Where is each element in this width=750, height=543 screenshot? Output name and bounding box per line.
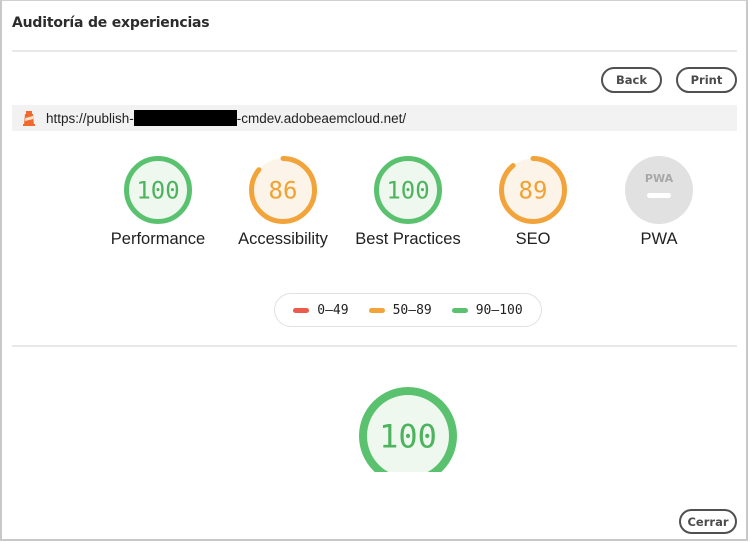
score-legend: 0–49 50–89 90–100 — [274, 293, 542, 327]
gauge-accessibility[interactable]: 86 Accessibility — [228, 155, 338, 249]
gauge-ring: 86 — [249, 156, 317, 224]
url-suffix: -cmdev.adobeaemcloud.net/ — [236, 110, 407, 126]
gauge-score: 89 — [519, 177, 548, 205]
url-bar: https://publish- -cmdev.adobeaemcloud.net… — [12, 105, 737, 131]
lighthouse-icon — [23, 111, 35, 126]
redacted-segment — [133, 110, 237, 126]
legend-item-average: 50–89 — [368, 302, 432, 318]
pwa-icon: PWA — [625, 156, 693, 224]
gauge-score: 100 — [379, 418, 437, 456]
legend-range: 50–89 — [392, 302, 432, 318]
gauge-performance[interactable]: 100 Performance — [103, 155, 213, 249]
close-button[interactable]: Cerrar — [679, 509, 737, 534]
gauge-ring: 100 — [124, 156, 192, 224]
gauge-ring: 100 — [359, 387, 457, 472]
gauge-ring: 100 — [374, 156, 442, 224]
gauge-score: 100 — [386, 177, 429, 205]
report-frame[interactable]: Back Print https://publish- -cmdev.adobea… — [12, 53, 737, 472]
performance-detail-gauge: 100 — [358, 386, 458, 472]
gauge-background — [625, 156, 693, 224]
url-prefix: https://publish- — [46, 110, 134, 126]
gauge-score: 86 — [269, 177, 298, 205]
gauge-seo[interactable]: 89 SEO — [478, 155, 588, 249]
url-text[interactable]: https://publish- -cmdev.adobeaemcloud.net… — [46, 110, 406, 126]
gauge-label: Performance — [110, 230, 206, 248]
legend-item-pass: 90–100 — [451, 302, 523, 318]
gauge-score: 100 — [136, 177, 179, 205]
legend-swatch-orange — [368, 307, 385, 313]
dialog-title: Auditoría de experiencias — [12, 15, 210, 31]
gauge-label: Best Practices — [355, 230, 461, 248]
pwa-dash — [647, 193, 671, 198]
gauge-pwa[interactable]: PWA PWA — [604, 155, 714, 249]
gauge-best-practices[interactable]: 100 Best Practices — [353, 155, 463, 249]
legend-swatch-green — [451, 307, 468, 313]
audit-dialog: Auditoría de experiencias Back Print htt… — [0, 0, 748, 541]
back-button[interactable]: Back — [601, 67, 662, 93]
legend-range: 90–100 — [475, 302, 523, 318]
gauge-ring: 89 — [499, 156, 567, 224]
legend-range: 0–49 — [317, 302, 349, 318]
gauge-label: SEO — [515, 230, 551, 248]
legend-item-fail: 0–49 — [293, 302, 349, 318]
gauge-label: PWA — [640, 230, 678, 248]
section-divider — [12, 345, 737, 347]
title-divider — [12, 50, 737, 52]
legend-swatch-red — [293, 307, 310, 313]
print-button[interactable]: Print — [676, 67, 737, 93]
pwa-logo-text: PWA — [645, 172, 674, 185]
gauge-label: Accessibility — [238, 230, 328, 248]
